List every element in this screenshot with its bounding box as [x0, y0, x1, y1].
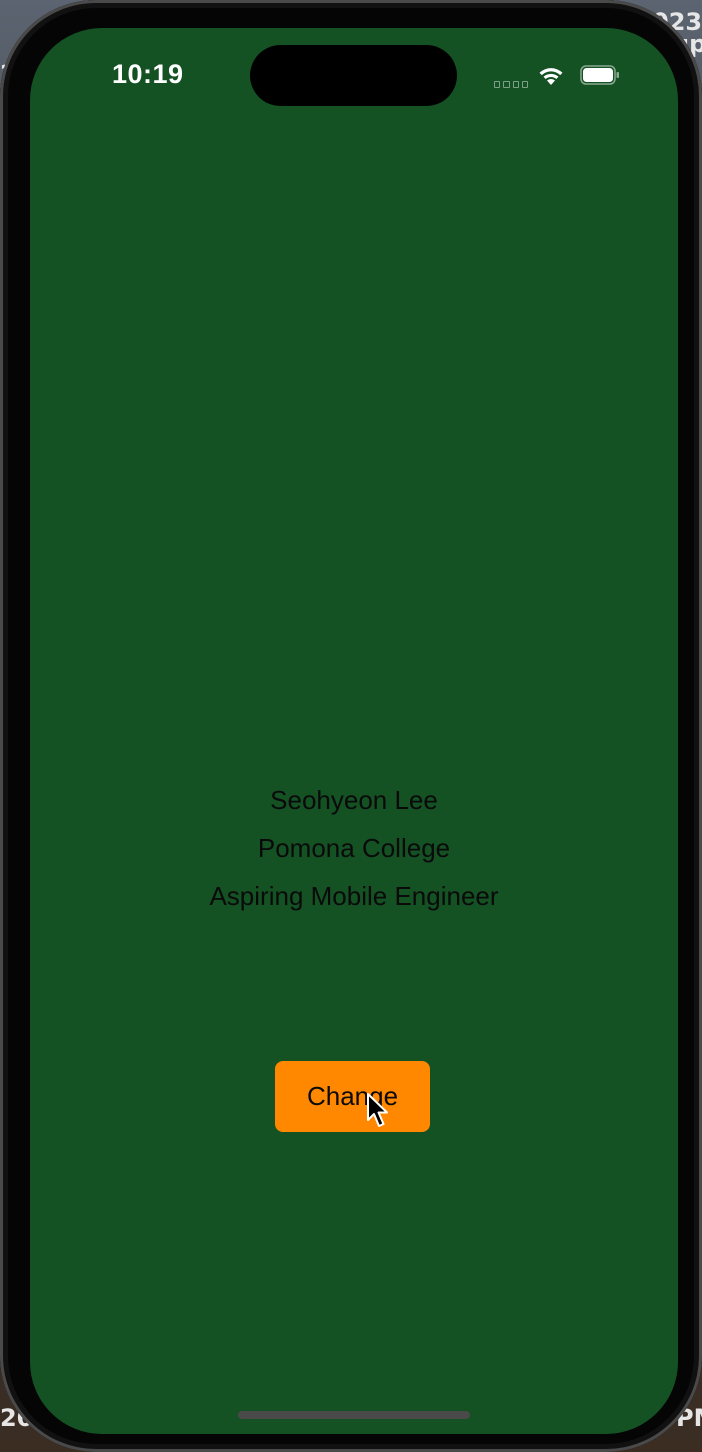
battery-icon — [580, 65, 619, 85]
profile-tagline: Aspiring Mobile Engineer — [209, 881, 499, 911]
dynamic-island — [250, 45, 457, 106]
cellular-signal-icon — [494, 78, 528, 88]
mouse-pointer-icon — [367, 1093, 388, 1127]
profile-school: Pomona College — [257, 833, 451, 863]
app-screen: 10:19 Seohyeon Lee Pomona College Aspiri… — [30, 28, 678, 1434]
profile-name: Seohyeon Lee — [270, 785, 438, 815]
phone-frame: 10:19 Seohyeon Lee Pomona College Aspiri… — [0, 0, 702, 1452]
wifi-icon — [539, 68, 563, 85]
home-indicator[interactable] — [238, 1411, 470, 1419]
profile-info: Seohyeon Lee Pomona College Aspiring Mob… — [30, 776, 678, 920]
status-bar: 10:19 — [30, 28, 678, 124]
change-button[interactable]: Change — [275, 1061, 430, 1132]
status-time: 10:19 — [112, 59, 184, 89]
